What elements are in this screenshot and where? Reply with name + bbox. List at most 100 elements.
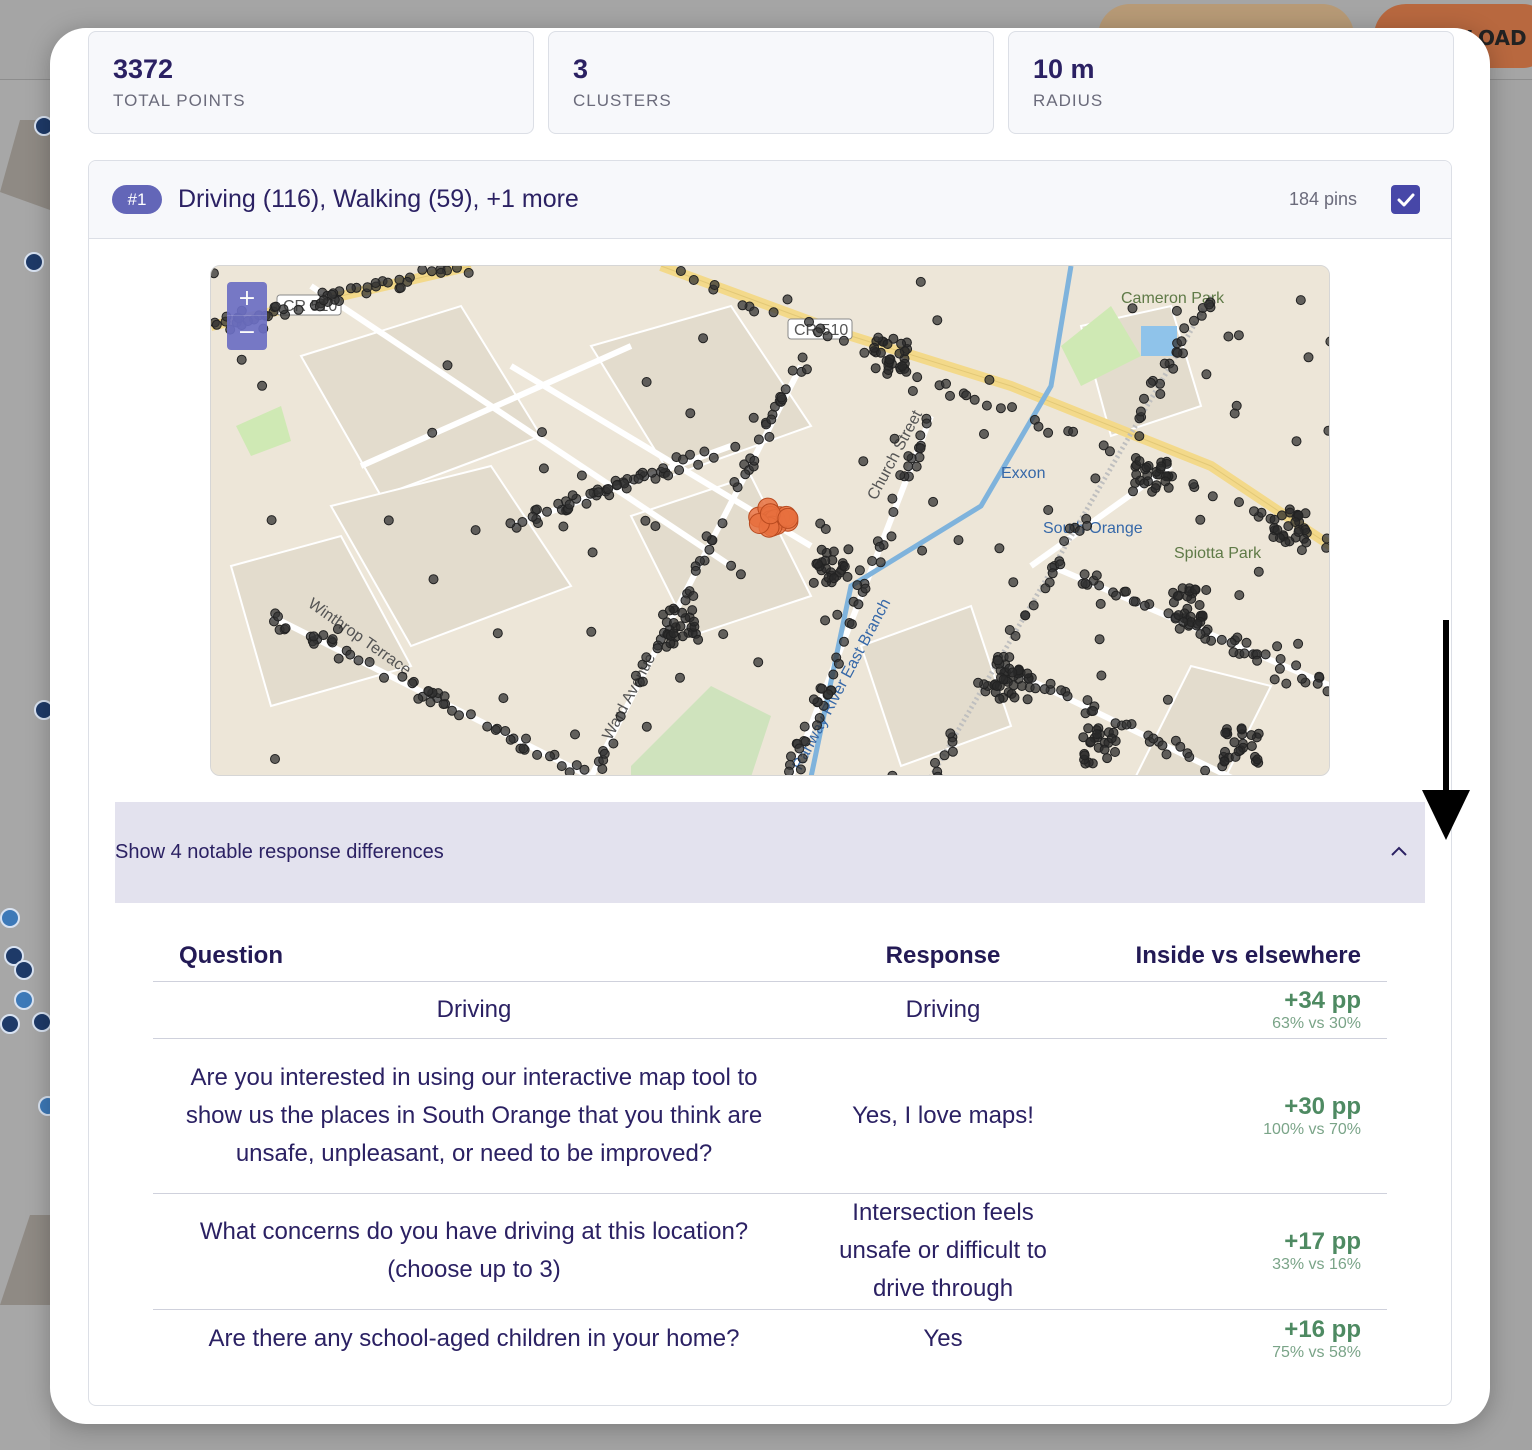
map-point[interactable]	[1127, 303, 1138, 314]
map-point[interactable]	[1079, 750, 1090, 761]
map-point[interactable]	[708, 452, 719, 463]
map-point[interactable]	[521, 733, 531, 744]
map-point[interactable]	[293, 304, 304, 315]
map-point[interactable]	[928, 496, 939, 507]
map-point[interactable]	[1088, 706, 1098, 716]
map-point[interactable]	[678, 454, 688, 465]
map-point[interactable]	[1189, 315, 1199, 326]
map-point[interactable]	[1162, 694, 1173, 705]
map-point[interactable]	[500, 726, 511, 736]
map-point[interactable]	[364, 657, 375, 667]
map-point[interactable]	[869, 342, 880, 353]
cluster-map[interactable]: CR 510 CR 510 Cameron Park Exxon South O…	[210, 265, 1330, 776]
map-point[interactable]	[465, 709, 476, 720]
map-point[interactable]	[688, 591, 699, 601]
map-point[interactable]	[1022, 694, 1033, 705]
map-point[interactable]	[839, 636, 849, 647]
map-point[interactable]	[915, 430, 926, 441]
map-point[interactable]	[867, 556, 878, 566]
map-point[interactable]	[425, 697, 436, 708]
map-point[interactable]	[571, 760, 582, 771]
map-point[interactable]	[1141, 462, 1152, 473]
map-point[interactable]	[690, 565, 701, 576]
map-point[interactable]	[797, 352, 808, 363]
map-point[interactable]	[932, 315, 943, 326]
map-point[interactable]	[426, 266, 437, 277]
map-point[interactable]	[1156, 461, 1167, 472]
map-point[interactable]	[1179, 323, 1190, 334]
map-point[interactable]	[875, 557, 886, 568]
map-point[interactable]	[439, 691, 450, 702]
map-point[interactable]	[812, 558, 823, 569]
map-point[interactable]	[1040, 583, 1051, 594]
map-point[interactable]	[930, 757, 940, 768]
map-point[interactable]	[505, 518, 516, 529]
map-point[interactable]	[1121, 586, 1131, 597]
map-point[interactable]	[921, 418, 932, 429]
map-point[interactable]	[748, 412, 759, 423]
map-point[interactable]	[362, 282, 373, 293]
map-point[interactable]	[1204, 299, 1215, 310]
map-point[interactable]	[599, 748, 610, 759]
map-point[interactable]	[1028, 600, 1039, 611]
map-point[interactable]	[382, 277, 393, 288]
map-point[interactable]	[1234, 497, 1244, 508]
map-point[interactable]	[888, 507, 899, 517]
map-point[interactable]	[1047, 568, 1058, 579]
map-point[interactable]	[1128, 596, 1139, 607]
map-point[interactable]	[726, 560, 737, 571]
map-point[interactable]	[1134, 456, 1145, 466]
map-point[interactable]	[1111, 590, 1121, 601]
map-point[interactable]	[451, 266, 462, 273]
map-point[interactable]	[1297, 673, 1307, 684]
map-point[interactable]	[969, 394, 980, 405]
cluster-header[interactable]: #1 Driving (116), Walking (59), +1 more …	[89, 161, 1451, 239]
map-point[interactable]	[1161, 749, 1172, 760]
map-point[interactable]	[675, 266, 686, 276]
map-point[interactable]	[641, 377, 652, 387]
map-point[interactable]	[907, 386, 918, 396]
map-point[interactable]	[353, 655, 364, 666]
map-point[interactable]	[553, 498, 564, 509]
map-point[interactable]	[735, 569, 746, 580]
map-point[interactable]	[797, 753, 808, 764]
map-point[interactable]	[1272, 524, 1283, 535]
map-point[interactable]	[884, 354, 895, 365]
map-point[interactable]	[704, 544, 715, 555]
map-point[interactable]	[413, 693, 424, 704]
map-point[interactable]	[1139, 393, 1149, 404]
map-point[interactable]	[1312, 678, 1323, 689]
differences-toggle[interactable]: Show 4 notable response differences	[115, 802, 1425, 903]
map-point[interactable]	[1062, 691, 1073, 702]
map-point[interactable]	[915, 276, 926, 287]
map-point[interactable]	[915, 443, 926, 454]
map-point[interactable]	[1134, 431, 1145, 442]
map-point[interactable]	[1236, 723, 1247, 734]
map-point[interactable]	[730, 441, 741, 452]
map-point[interactable]	[1295, 295, 1306, 306]
map-point[interactable]	[1260, 649, 1271, 660]
map-point[interactable]	[776, 392, 787, 403]
map-point[interactable]	[211, 319, 222, 330]
map-point[interactable]	[668, 628, 679, 639]
map-point[interactable]	[273, 611, 283, 622]
map-point[interactable]	[1131, 469, 1142, 480]
map-point[interactable]	[1064, 523, 1075, 534]
map-point[interactable]	[586, 626, 597, 637]
map-point[interactable]	[615, 711, 626, 722]
map-point[interactable]	[860, 583, 871, 594]
map-point[interactable]	[1194, 600, 1205, 610]
map-point[interactable]	[345, 283, 356, 294]
map-point[interactable]	[1155, 389, 1166, 399]
map-point[interactable]	[828, 669, 839, 680]
map-point[interactable]	[1291, 660, 1302, 671]
map-point[interactable]	[1246, 730, 1257, 741]
map-point[interactable]	[941, 378, 951, 389]
map-point[interactable]	[994, 693, 1005, 704]
cluster-select-checkbox[interactable]	[1391, 185, 1420, 214]
map-point[interactable]	[838, 335, 849, 346]
map-point[interactable]	[1128, 486, 1138, 497]
map-point[interactable]	[532, 749, 543, 760]
map-point[interactable]	[1106, 733, 1117, 744]
map-point[interactable]	[394, 274, 405, 285]
